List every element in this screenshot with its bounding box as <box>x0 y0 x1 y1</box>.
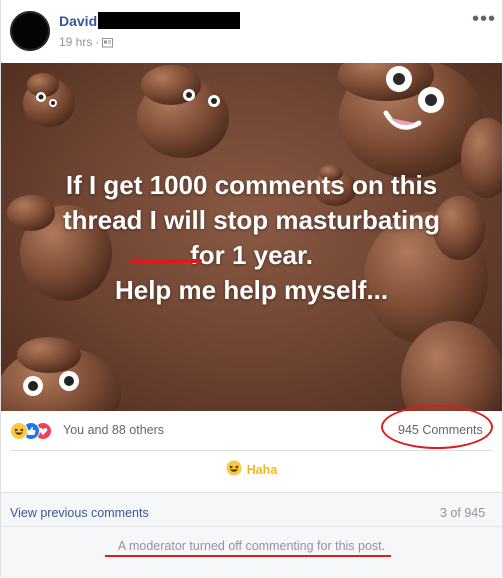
reaction-icons[interactable] <box>10 422 62 440</box>
reaction-summary[interactable]: You and 88 others <box>63 423 164 437</box>
more-options-icon[interactable]: ••• <box>472 9 496 29</box>
commenting-disabled-notice: A moderator turned off commenting for th… <box>117 539 386 553</box>
haha-label: Haha <box>246 463 278 477</box>
author-name[interactable]: David <box>59 13 97 30</box>
caption-line-1: If I get 1000 comments on this <box>65 170 438 200</box>
caption-line-3: for 1 year. <box>190 240 313 270</box>
caption-line-4: Help me help myself... <box>114 275 389 305</box>
meta-separator: · <box>95 35 100 49</box>
haha-icon <box>226 460 242 481</box>
divider <box>1 526 502 527</box>
poop-emoji-top-left <box>23 73 75 127</box>
red-circle-annotation <box>381 405 493 449</box>
post-image[interactable]: If I get 1000 comments on this thread I … <box>1 63 502 411</box>
post-meta: 19 hrs · <box>59 35 114 49</box>
poop-emoji-bottom-left <box>1 337 121 411</box>
group-privacy-icon[interactable] <box>102 37 114 48</box>
author-avatar[interactable] <box>10 11 50 51</box>
red-underline-annotation <box>130 259 202 263</box>
post-time[interactable]: 19 hrs <box>59 35 92 49</box>
comments-pager: 3 of 945 <box>440 506 486 520</box>
post-card: David 19 hrs · ••• If I get 1000 comment… <box>0 0 503 578</box>
poop-emoji-top-center <box>137 65 229 158</box>
caption-line-2: thread I will stop masturbating <box>62 205 441 235</box>
image-caption: If I get 1000 comments on this thread I … <box>1 168 502 308</box>
red-underline-annotation <box>105 555 391 557</box>
haha-button[interactable]: Haha <box>1 451 502 489</box>
redacted-surname <box>98 12 240 29</box>
view-previous-comments-link[interactable]: View previous comments <box>10 506 149 520</box>
comments-section: View previous comments 3 of 945 A modera… <box>1 492 502 578</box>
haha-reaction-icon <box>10 422 28 440</box>
